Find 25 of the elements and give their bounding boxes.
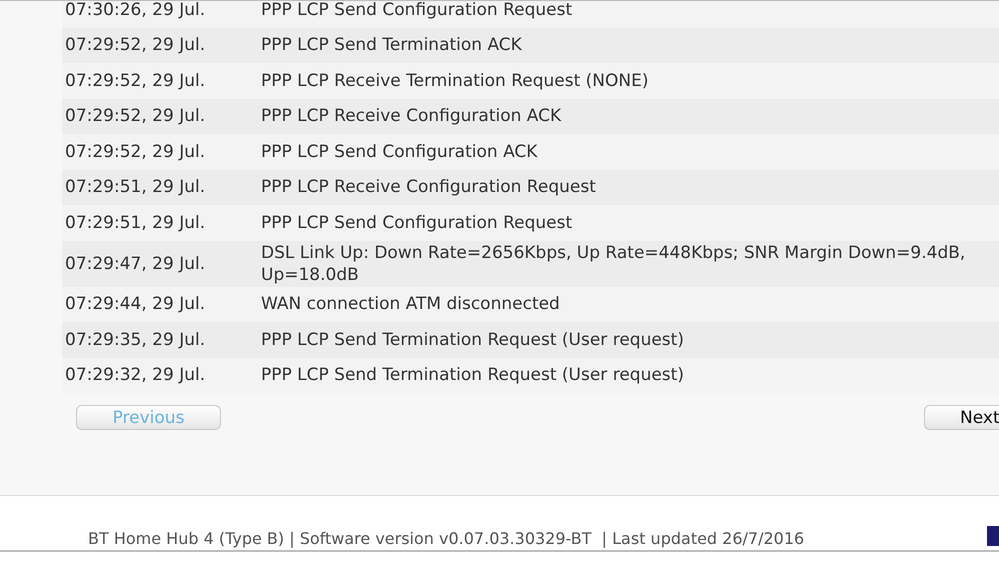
logo-icon <box>987 526 999 546</box>
log-time: 07:30:26, 29 Jul. <box>64 1 206 20</box>
next-button[interactable]: Next <box>924 405 999 430</box>
log-time: 07:29:52, 29 Jul. <box>64 106 206 126</box>
log-event: PPP LCP Send Configuration Request <box>261 1 574 22</box>
log-event: PPP LCP Receive Configuration ACK <box>261 105 562 128</box>
log-time: 07:29:44, 29 Jul. <box>64 294 206 314</box>
log-event: PPP LCP Send Termination Request (User request) <box>261 328 685 352</box>
log-time: 07:29:51, 29 Jul. <box>64 177 206 198</box>
log-event: WAN connection ATM disconnected <box>261 293 561 316</box>
log-event: PPP LCP Send Termination ACK <box>261 34 523 58</box>
log-time: 07:29:32, 29 Jul. <box>64 365 206 386</box>
log-time: 07:29:47, 29 Jul. <box>64 254 206 274</box>
log-time: 07:29:35, 29 Jul. <box>64 330 206 350</box>
log-time: 07:29:52, 29 Jul. <box>64 35 206 56</box>
footer-text: BT Home Hub 4 (Type B) | Software version v0.07.03.30329-BT | Last updated 26/7/2016 <box>88 529 804 548</box>
log-time: 07:29:52, 29 Jul. <box>64 142 206 162</box>
log-event: PPP LCP Send Termination Request (User request) <box>261 364 685 388</box>
log-event: PPP LCP Receive Configuration Request <box>261 176 597 200</box>
log-event: DSL Link Up: Down Rate=2656Kbps, Up Rate=448Kbps; SNR Margin Down=9.4dB, Up=18.0dB <box>261 242 966 286</box>
log-time: 07:29:52, 29 Jul. <box>64 70 206 91</box>
log-time: 07:29:51, 29 Jul. <box>64 212 206 233</box>
log-event: PPP LCP Send Configuration ACK <box>261 140 538 164</box>
log-event: PPP LCP Send Configuration Request <box>261 212 574 235</box>
log-event: PPP LCP Receive Termination Request (NONE) <box>261 70 650 93</box>
